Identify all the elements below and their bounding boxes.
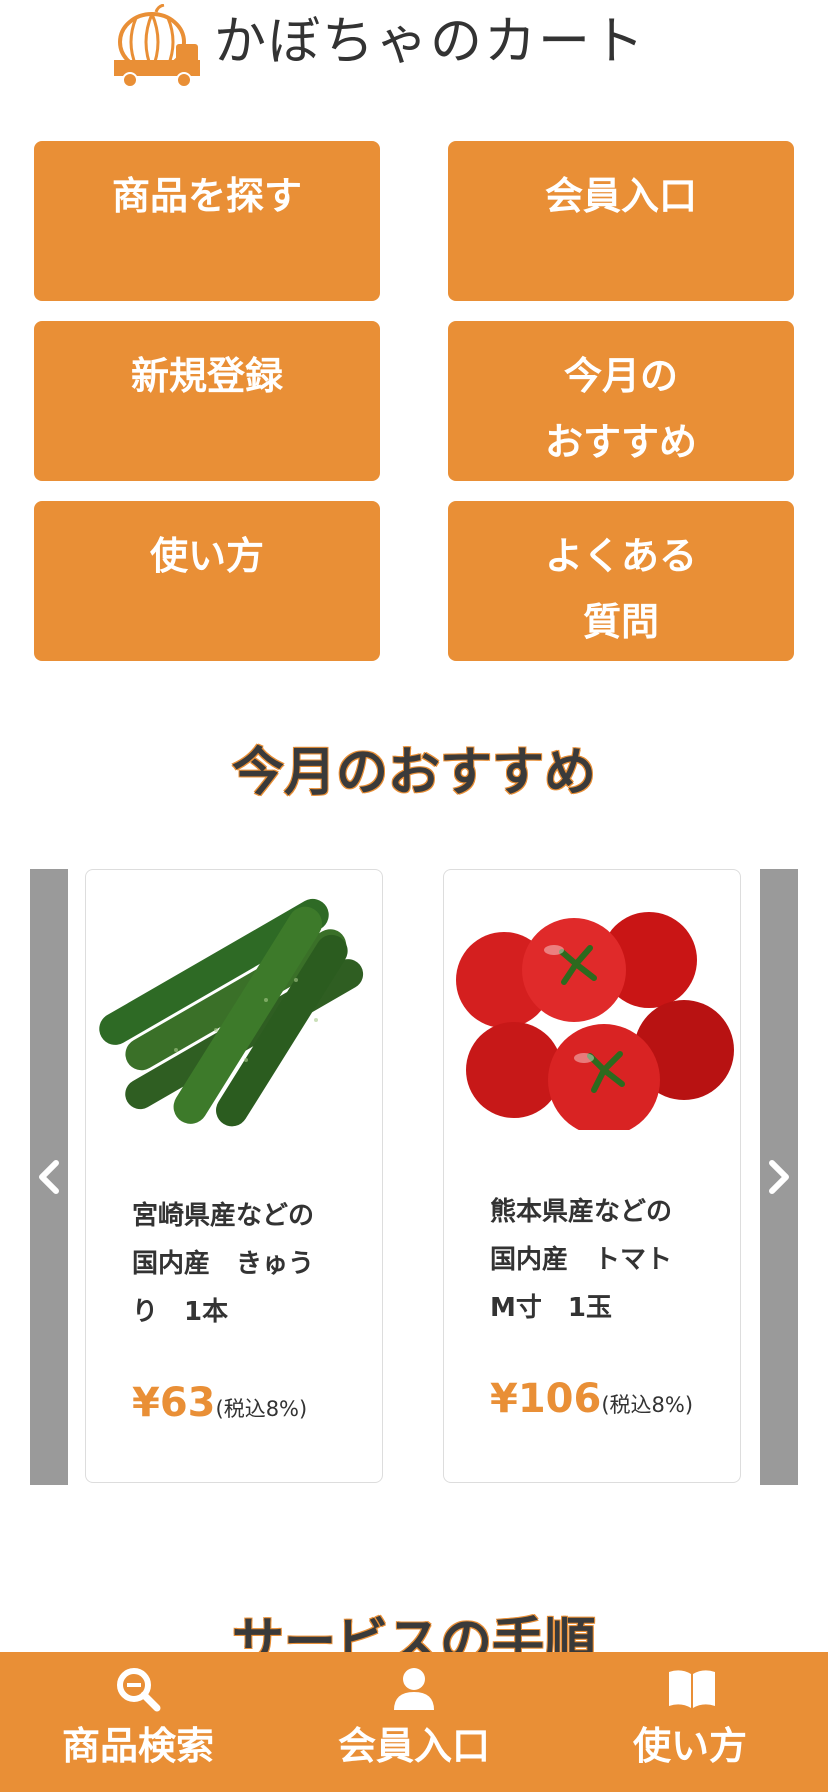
- product-price: ¥63(税込8%): [132, 1380, 307, 1426]
- nav-member-entrance[interactable]: 会員入口: [276, 1652, 552, 1792]
- product-price: ¥106(税込8%): [490, 1376, 693, 1422]
- cucumber-image: [99, 898, 364, 1127]
- user-icon: [394, 1668, 434, 1710]
- product-card[interactable]: 宮崎県産などの国内産 きゅうり 1本 ¥63(税込8%): [85, 869, 383, 1483]
- tomato-image: [456, 912, 734, 1130]
- chevron-right-icon: [769, 1160, 789, 1194]
- price-value: ¥63: [132, 1380, 216, 1426]
- bottom-navigation: 商品検索 会員入口 使い方: [0, 1652, 828, 1792]
- site-logo-text[interactable]: かぼちゃのカート: [214, 10, 646, 74]
- price-tax-note: (税込8%): [601, 1393, 694, 1417]
- site-header: かぼちゃのカート: [0, 0, 828, 100]
- nav-how-to-use[interactable]: 使い方: [552, 1652, 828, 1792]
- product-name: 宮崎県産などの国内産 きゅうり 1本: [132, 1201, 315, 1327]
- menu-member-entrance-button[interactable]: 会員入口: [448, 141, 794, 301]
- price-value: ¥106: [490, 1376, 602, 1422]
- book-icon: [669, 1670, 715, 1708]
- nav-product-search[interactable]: 商品検索: [0, 1652, 276, 1792]
- chevron-left-icon: [39, 1160, 59, 1194]
- nav-label: 商品検索: [61, 1724, 214, 1768]
- nav-label: 使い方: [632, 1724, 747, 1768]
- carousel-prev-button[interactable]: [30, 869, 68, 1485]
- price-tax-note: (税込8%): [215, 1397, 308, 1421]
- pumpkin-truck-icon[interactable]: [112, 4, 202, 88]
- menu-faq-button[interactable]: よくある 質問: [448, 501, 794, 661]
- product-card[interactable]: 熊本県産などの国内産 トマトM寸 1玉 ¥106(税込8%): [443, 869, 741, 1483]
- nav-label: 会員入口: [337, 1724, 490, 1768]
- recommend-section-title: 今月のおすすめ: [231, 743, 596, 803]
- menu-monthly-recommend-button[interactable]: 今月の おすすめ: [448, 321, 794, 481]
- menu-how-to-use-button[interactable]: 使い方: [34, 501, 380, 661]
- carousel-next-button[interactable]: [760, 869, 798, 1485]
- product-name: 熊本県産などの国内産 トマトM寸 1玉: [490, 1197, 673, 1323]
- menu-search-products-button[interactable]: 商品を探す: [34, 141, 380, 301]
- search-icon: [117, 1668, 161, 1712]
- menu-register-button[interactable]: 新規登録: [34, 321, 380, 481]
